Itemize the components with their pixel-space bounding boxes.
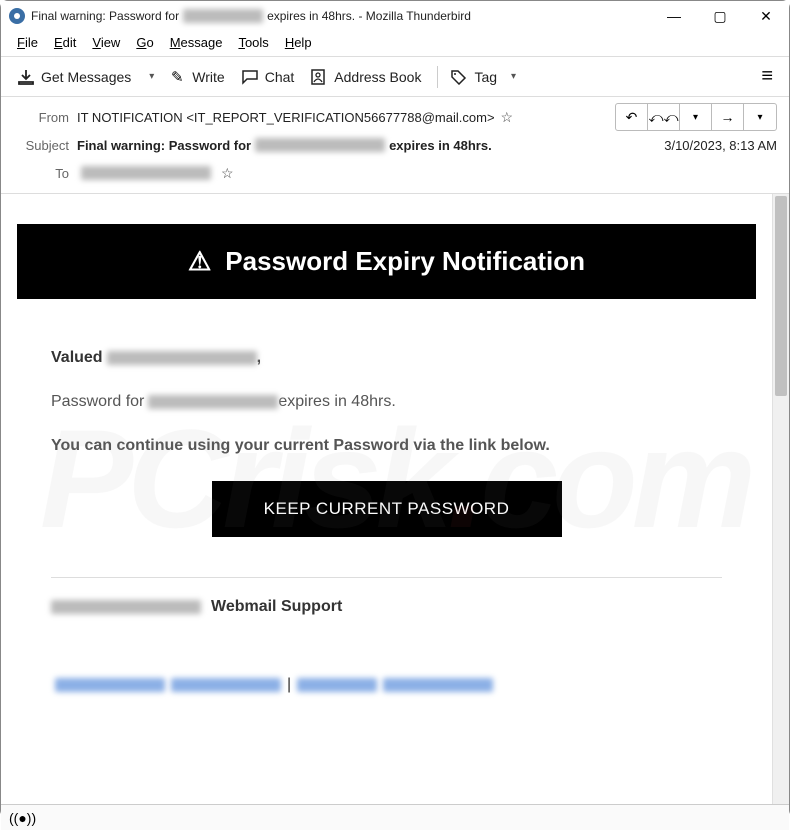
to-redacted	[81, 166, 211, 180]
chat-label: Chat	[265, 69, 295, 85]
star-icon[interactable]: ☆	[221, 165, 234, 182]
vertical-scrollbar[interactable]	[772, 194, 789, 804]
from-label: From	[13, 110, 69, 125]
reply-all-button[interactable]: ⤺⤺	[648, 104, 680, 130]
valued-label: Valued	[51, 349, 103, 367]
valued-redacted	[107, 351, 257, 365]
get-messages-label: Get Messages	[41, 69, 131, 85]
link-separator: |	[287, 676, 291, 694]
divider	[51, 577, 722, 578]
get-messages-dropdown[interactable]: ▾	[141, 71, 162, 82]
toolbar-divider	[437, 66, 438, 88]
link-redacted-3[interactable]	[297, 678, 377, 692]
expires-text: expires in 48hrs.	[278, 393, 395, 411]
warning-icon: ⚠	[188, 246, 211, 277]
star-icon[interactable]: ☆	[501, 109, 514, 126]
menu-view[interactable]: View	[84, 33, 128, 52]
chevron-down-icon: ▾	[503, 71, 524, 82]
write-label: Write	[192, 69, 224, 85]
menu-tools[interactable]: Tools	[230, 33, 276, 52]
subject-value: Final warning: Password for expires in 4…	[77, 138, 492, 153]
to-label: To	[13, 166, 69, 181]
app-icon	[9, 8, 25, 24]
subject-suffix: expires in 48hrs.	[389, 138, 492, 153]
password-redacted	[148, 395, 278, 409]
message-date: 3/10/2023, 8:13 AM	[664, 138, 777, 153]
tag-button[interactable]: Tag ▾	[444, 65, 530, 89]
reply-dropdown[interactable]: ▾	[680, 104, 712, 130]
link-redacted-2[interactable]	[171, 678, 281, 692]
message-headers: From IT NOTIFICATION <IT_REPORT_VERIFICA…	[1, 97, 789, 194]
email-content: Valued , Password for expires in 48hrs. …	[17, 299, 756, 704]
download-icon	[17, 69, 35, 85]
close-button[interactable]: ✕	[743, 1, 789, 31]
menu-help[interactable]: Help	[277, 33, 320, 52]
keep-password-button[interactable]: KEEP CURRENT PASSWORD	[212, 481, 562, 537]
scrollbar-thumb[interactable]	[775, 196, 787, 396]
forward-button[interactable]: →	[712, 104, 744, 130]
password-for-text: Password for	[51, 393, 144, 411]
tag-label: Tag	[474, 69, 497, 85]
address-book-icon	[310, 69, 328, 85]
from-email: <IT_REPORT_VERIFICATION56677788@mail.com…	[186, 110, 494, 125]
subject-redacted	[255, 138, 385, 152]
continue-text: You can continue using your current Pass…	[51, 437, 722, 455]
link-redacted-4[interactable]	[383, 678, 493, 692]
message-body-container: PCrisk.com ⚠ Password Expiry Notificatio…	[1, 194, 789, 804]
pencil-icon: ✎	[168, 68, 186, 86]
title-redacted	[183, 9, 263, 23]
support-redacted	[51, 600, 201, 614]
from-name: IT NOTIFICATION	[77, 110, 183, 125]
title-suffix: expires in 48hrs. - Mozilla Thunderbird	[267, 9, 471, 23]
link-redacted-1[interactable]	[55, 678, 165, 692]
write-button[interactable]: ✎ Write	[162, 64, 230, 90]
menubar: File Edit View Go Message Tools Help	[1, 31, 789, 56]
maximize-button[interactable]: ▢	[697, 1, 743, 31]
subject-label: Subject	[13, 138, 69, 153]
to-value: ☆	[77, 165, 234, 182]
window-titlebar: Final warning: Password for expires in 4…	[1, 1, 789, 31]
menu-file[interactable]: File	[9, 33, 46, 52]
menu-go[interactable]: Go	[128, 33, 161, 52]
statusbar: ((●))	[1, 804, 789, 830]
minimize-button[interactable]: —	[651, 1, 697, 31]
toolbar: Get Messages ▾ ✎ Write Chat Address Book…	[1, 57, 789, 97]
support-label: Webmail Support	[211, 598, 342, 616]
message-actions: ↶ ⤺⤺ ▾ → ▾	[615, 103, 777, 131]
app-menu-button[interactable]: ≡	[755, 65, 779, 88]
more-dropdown[interactable]: ▾	[744, 104, 776, 130]
reply-button[interactable]: ↶	[616, 104, 648, 130]
address-book-label: Address Book	[334, 69, 421, 85]
chat-button[interactable]: Chat	[235, 65, 301, 89]
window-controls: — ▢ ✕	[651, 1, 789, 31]
email-banner: ⚠ Password Expiry Notification	[17, 224, 756, 299]
subject-prefix: Final warning: Password for	[77, 138, 251, 153]
menu-edit[interactable]: Edit	[46, 33, 84, 52]
message-body: PCrisk.com ⚠ Password Expiry Notificatio…	[1, 194, 772, 804]
get-messages-button[interactable]: Get Messages	[11, 65, 137, 89]
footer-links: |	[51, 676, 722, 694]
support-line: Webmail Support	[51, 598, 722, 616]
address-book-button[interactable]: Address Book	[304, 65, 427, 89]
chat-icon	[241, 69, 259, 85]
menu-message[interactable]: Message	[162, 33, 231, 52]
from-value: IT NOTIFICATION <IT_REPORT_VERIFICATION5…	[77, 109, 513, 126]
window-title: Final warning: Password for expires in 4…	[31, 9, 651, 23]
tag-icon	[450, 69, 468, 85]
title-prefix: Final warning: Password for	[31, 9, 179, 23]
banner-title: Password Expiry Notification	[225, 246, 585, 277]
